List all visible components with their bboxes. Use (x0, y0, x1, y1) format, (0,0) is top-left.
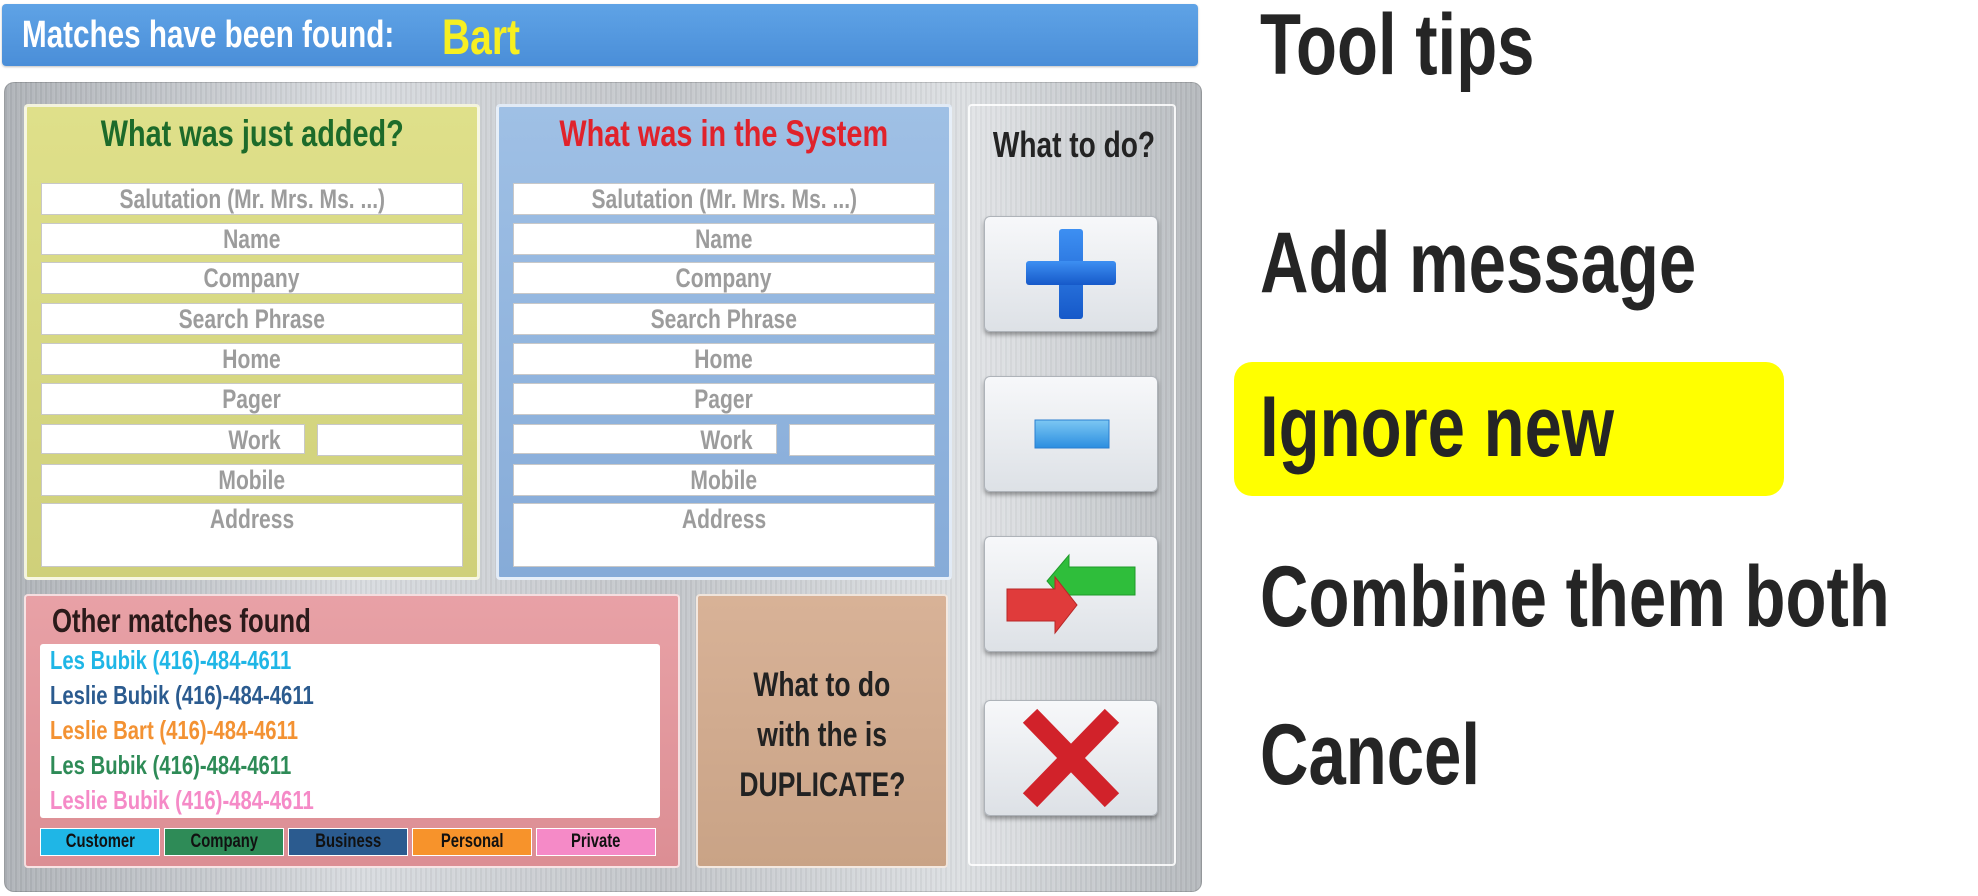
sys-name-field[interactable]: Name (513, 223, 935, 255)
duplicate-dialog-panel: What was just added? Salutation (Mr. Mrs… (4, 82, 1202, 892)
ignore-new-button[interactable] (984, 376, 1158, 492)
tooltip-ignore-new: Ignore new (1260, 379, 1615, 475)
x-icon (1022, 708, 1120, 808)
new-company-field[interactable]: Company (41, 262, 463, 294)
new-home-field[interactable]: Home (41, 343, 463, 375)
tooltip-combine: Combine them both (1260, 549, 1890, 645)
other-matches-title: Other matches found (52, 602, 311, 639)
list-item[interactable]: Les Bubik (416)-484-4611 (50, 749, 359, 781)
action-column: What to do? (968, 104, 1176, 866)
list-item[interactable]: Leslie Bubik (416)-484-4611 (50, 679, 388, 711)
minus-icon (1034, 419, 1110, 449)
new-work-ext-field[interactable] (317, 424, 463, 456)
combine-button[interactable] (984, 536, 1158, 652)
sys-search-phrase-field[interactable]: Search Phrase (513, 303, 935, 335)
tool-tips-title: Tool tips (1260, 0, 1535, 93)
list-item[interactable]: Leslie Bubik (416)-484-4611 (50, 784, 388, 816)
system-record-panel: What was in the System Salutation (Mr. M… (496, 104, 952, 580)
list-item[interactable]: Les Bubik (416)-484-4611 (50, 644, 359, 676)
legend-personal: Personal (412, 828, 532, 856)
tooltip-add-message: Add message (1260, 215, 1697, 311)
sys-address-field[interactable]: Address (513, 503, 935, 567)
new-record-panel: What was just added? Salutation (Mr. Mrs… (24, 104, 480, 580)
sys-work-field[interactable]: Work (513, 424, 777, 454)
new-pager-field[interactable]: Pager (41, 383, 463, 415)
new-work-field[interactable]: Work (41, 424, 305, 454)
other-matches-panel: Other matches found Les Bubik (416)-484-… (24, 594, 680, 868)
legend-customer: Customer (40, 828, 160, 856)
list-item[interactable]: Leslie Bart (416)-484-4611 (50, 714, 368, 746)
legend-business: Business (288, 828, 408, 856)
actions-title: What to do? (992, 124, 1156, 165)
header-match-value: Bart (442, 9, 521, 65)
legend-company: Company (164, 828, 284, 856)
new-record-title: What was just added? (100, 113, 404, 154)
sys-pager-field[interactable]: Pager (513, 383, 935, 415)
matches-header: Matches have been found: Bart (2, 4, 1198, 66)
tooltip-cancel: Cancel (1260, 707, 1480, 803)
sys-mobile-field[interactable]: Mobile (513, 464, 935, 496)
legend-private: Private (536, 828, 656, 856)
duplicate-note: What to do with the is DUPLICATE? (696, 594, 948, 868)
duplicate-note-text: What to do with the is DUPLICATE? (739, 666, 905, 804)
header-label: Matches have been found: (22, 14, 395, 56)
new-name-field[interactable]: Name (41, 223, 463, 255)
sys-salutation-field[interactable]: Salutation (Mr. Mrs. Ms. ...) (513, 183, 935, 215)
match-list: Les Bubik (416)-484-4611 Leslie Bubik (4… (40, 644, 660, 818)
new-mobile-field[interactable]: Mobile (41, 464, 463, 496)
cancel-button[interactable] (984, 700, 1158, 816)
new-address-field[interactable]: Address (41, 503, 463, 567)
new-search-phrase-field[interactable]: Search Phrase (41, 303, 463, 335)
system-record-title: What was in the System (559, 113, 889, 154)
new-salutation-field[interactable]: Salutation (Mr. Mrs. Ms. ...) (41, 183, 463, 215)
add-button[interactable] (984, 216, 1158, 332)
plus-icon (1026, 229, 1116, 319)
merge-arrows-icon (1006, 553, 1136, 635)
sys-company-field[interactable]: Company (513, 262, 935, 294)
sys-work-ext-field[interactable] (789, 424, 935, 456)
sys-home-field[interactable]: Home (513, 343, 935, 375)
